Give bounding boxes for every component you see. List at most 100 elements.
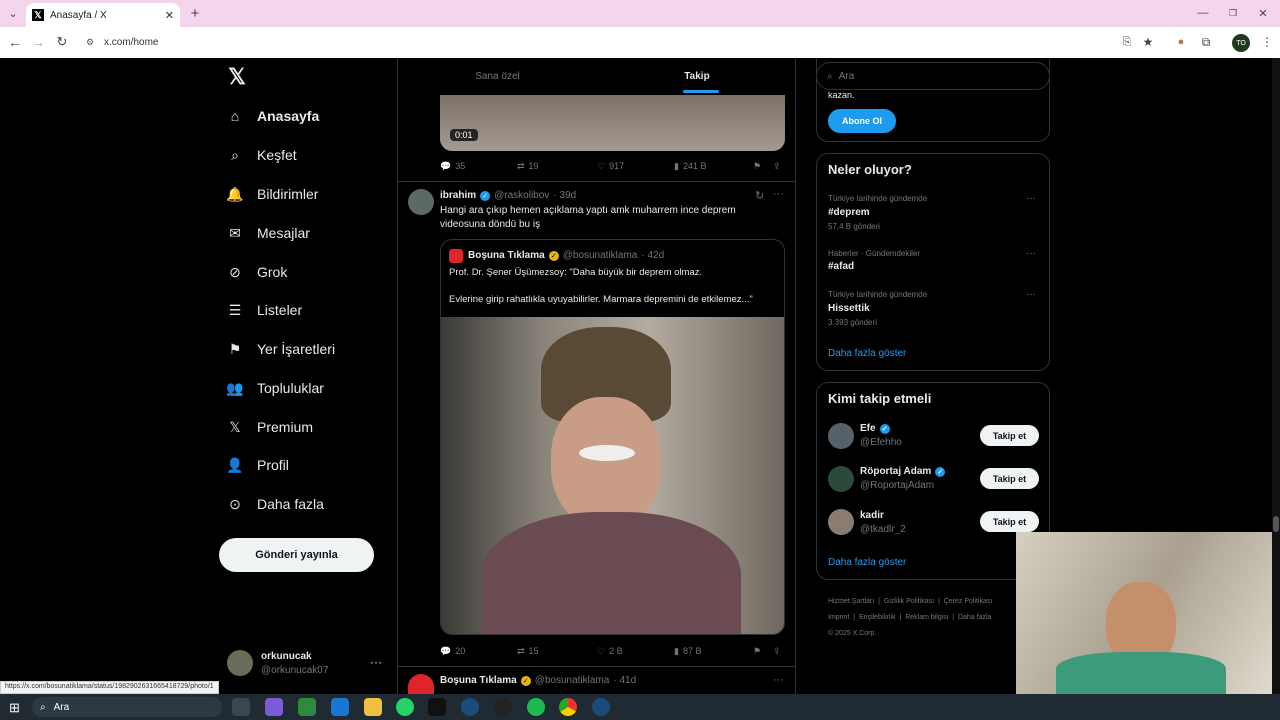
steam-icon[interactable] xyxy=(461,698,479,716)
repost-button[interactable]: ⇄ 15 xyxy=(517,646,539,657)
nav-item-premium[interactable]: 𝕏 Premium xyxy=(225,413,313,441)
x-logo-icon[interactable]: 𝕏 xyxy=(226,64,248,89)
trend-more-icon[interactable]: ··· xyxy=(1026,289,1036,300)
profile-avatar[interactable]: TO xyxy=(1232,34,1250,52)
spotify-icon[interactable] xyxy=(527,698,545,716)
bookmark-star-icon[interactable]: ★ xyxy=(1139,33,1157,51)
extension-icon[interactable]: ● xyxy=(1172,33,1190,51)
grok-explain-icon[interactable]: ↻ xyxy=(755,189,764,202)
share-icon[interactable]: ⇪ xyxy=(773,161,781,172)
trends-show-more[interactable]: Daha fazla göster xyxy=(828,348,906,359)
tab-search-chevron-icon[interactable]: ⌄ xyxy=(4,4,22,22)
scrollbar-track[interactable] xyxy=(1272,58,1280,694)
video-player[interactable] xyxy=(440,95,785,151)
nav-item-listeler[interactable]: ☰ Listeler xyxy=(225,296,302,324)
follow-button[interactable]: Takip et xyxy=(980,468,1039,489)
tweet-avatar[interactable] xyxy=(408,189,434,215)
nav-item-keşfet[interactable]: ⌕ Keşfet xyxy=(225,141,297,169)
extensions-puzzle-icon[interactable]: ⧉ xyxy=(1197,33,1215,51)
epic-games-icon[interactable] xyxy=(428,698,446,716)
footer-link[interactable]: Çerez Politikası xyxy=(944,598,993,605)
like-button[interactable]: ♡ 917 xyxy=(597,161,624,172)
nav-item-anasayfa[interactable]: ⌂ Anasayfa xyxy=(225,102,320,130)
restore-icon[interactable]: ❐ xyxy=(1224,4,1242,22)
reply-button[interactable]: 💬 35 xyxy=(440,161,465,172)
tweet-author-handle[interactable]: @raskolibov xyxy=(494,190,549,201)
back-icon[interactable]: ← xyxy=(6,33,24,51)
trend-more-icon[interactable]: ··· xyxy=(1026,248,1036,259)
file-explorer-icon[interactable] xyxy=(364,698,382,716)
views-button[interactable]: ▮ 241 B xyxy=(674,161,706,172)
reply-button[interactable]: 💬 20 xyxy=(440,646,465,657)
whatsapp-icon[interactable] xyxy=(396,698,414,716)
window-close-icon[interactable]: ✕ xyxy=(1254,4,1272,22)
like-button[interactable]: ♡ 2 B xyxy=(597,646,623,657)
share-icon[interactable]: ⇪ xyxy=(773,646,781,657)
tweet-author-name[interactable]: ibrahim xyxy=(440,190,476,201)
browser-menu-icon[interactable]: ⋮ xyxy=(1258,33,1276,51)
suggestion-name[interactable]: Efe xyxy=(860,423,876,434)
follow-button[interactable]: Takip et xyxy=(980,511,1039,532)
footer-link[interactable]: Reklam bilgisi xyxy=(905,614,948,621)
suggestion-avatar[interactable] xyxy=(828,509,854,535)
account-more-icon[interactable]: ··· xyxy=(370,655,382,669)
follow-show-more[interactable]: Daha fazla göster xyxy=(828,557,906,568)
tweet-more-icon[interactable]: ··· xyxy=(773,188,784,200)
views-button[interactable]: ▮ 87 B xyxy=(674,646,701,657)
post-button[interactable]: Gönderi yayınla xyxy=(219,538,374,572)
footer-link[interactable]: Gizlilik Politikası xyxy=(884,598,934,605)
subscribe-button[interactable]: Abone Ol xyxy=(828,109,896,133)
tab-for-you[interactable]: Sana özel xyxy=(398,58,597,95)
copilot-icon[interactable] xyxy=(265,698,283,716)
tweet-time[interactable]: · 39d xyxy=(553,190,576,201)
site-info-icon[interactable]: ⚙ xyxy=(86,37,94,48)
quoted-tweet[interactable]: Boşuna Tıklama ✓ @bosunatiklama · 42d Pr… xyxy=(440,239,785,635)
scrollbar-thumb[interactable] xyxy=(1273,516,1279,532)
footer-link[interactable]: Daha fazla xyxy=(958,614,991,621)
bookmark-icon[interactable]: ⚑ xyxy=(753,646,761,657)
nav-item-mesajlar[interactable]: ✉ Mesajlar xyxy=(225,219,310,247)
windows-start-icon[interactable]: ⊞ xyxy=(9,700,20,716)
minimize-icon[interactable]: — xyxy=(1194,4,1212,22)
tab-close-icon[interactable]: ✕ xyxy=(165,9,174,22)
trend-more-icon[interactable]: ··· xyxy=(1026,193,1036,204)
footer-link[interactable]: Erişilebilirlik xyxy=(859,614,896,621)
reload-icon[interactable]: ↻ xyxy=(53,33,71,51)
forward-icon[interactable]: → xyxy=(29,33,47,51)
nav-item-daha-fazla[interactable]: ⊙ Daha fazla xyxy=(225,490,324,518)
follow-button[interactable]: Takip et xyxy=(980,425,1039,446)
tweet2-author-name[interactable]: Boşuna Tıklama xyxy=(440,675,517,686)
quote-photo[interactable] xyxy=(441,317,784,634)
footer-link[interactable]: Imprint xyxy=(828,614,849,621)
outlook-icon[interactable] xyxy=(331,698,349,716)
trend-name[interactable]: #deprem xyxy=(828,207,870,218)
nav-item-grok[interactable]: ⊘ Grok xyxy=(225,258,287,286)
task-view-icon[interactable] xyxy=(232,698,250,716)
tweet2-author-handle[interactable]: @bosunatiklama xyxy=(535,675,610,686)
chrome-icon[interactable] xyxy=(559,698,577,716)
suggestion-name[interactable]: kadir xyxy=(860,510,884,521)
browser-tab[interactable]: 𝕏 Anasayfa / X ✕ xyxy=(26,3,180,27)
bookmark-icon[interactable]: ⚑ xyxy=(753,161,761,172)
footer-link[interactable]: Hizmet Şartları xyxy=(828,598,874,605)
suggestion-name[interactable]: Röportaj Adam xyxy=(860,466,931,477)
install-app-icon[interactable]: ⎘ xyxy=(1118,33,1136,51)
repost-button[interactable]: ⇄ 19 xyxy=(517,161,539,172)
taskbar-search[interactable]: ⌕ Ara xyxy=(32,697,222,717)
nav-item-topluluklar[interactable]: 👥 Topluluklar xyxy=(225,374,324,402)
store-icon[interactable] xyxy=(298,698,316,716)
tweet2-avatar[interactable] xyxy=(408,674,434,694)
account-avatar[interactable] xyxy=(227,650,253,676)
new-tab-icon[interactable]: + xyxy=(186,4,204,22)
nav-item-profil[interactable]: 👤 Profil xyxy=(225,451,289,479)
tweet2-more-icon[interactable]: ··· xyxy=(773,674,784,686)
nav-item-yer-i̇şaretleri[interactable]: ⚑ Yer İşaretleri xyxy=(225,335,335,363)
trend-name[interactable]: Hissettik xyxy=(828,303,870,314)
nav-item-bildirimler[interactable]: 🔔 Bildirimler xyxy=(225,180,318,208)
suggestion-avatar[interactable] xyxy=(828,423,854,449)
suggestion-avatar[interactable] xyxy=(828,466,854,492)
address-bar[interactable]: ⚙ x.com/home xyxy=(82,32,1112,53)
trend-name[interactable]: #afad xyxy=(828,261,854,272)
steam-icon[interactable] xyxy=(592,698,610,716)
obs-icon[interactable] xyxy=(494,698,512,716)
